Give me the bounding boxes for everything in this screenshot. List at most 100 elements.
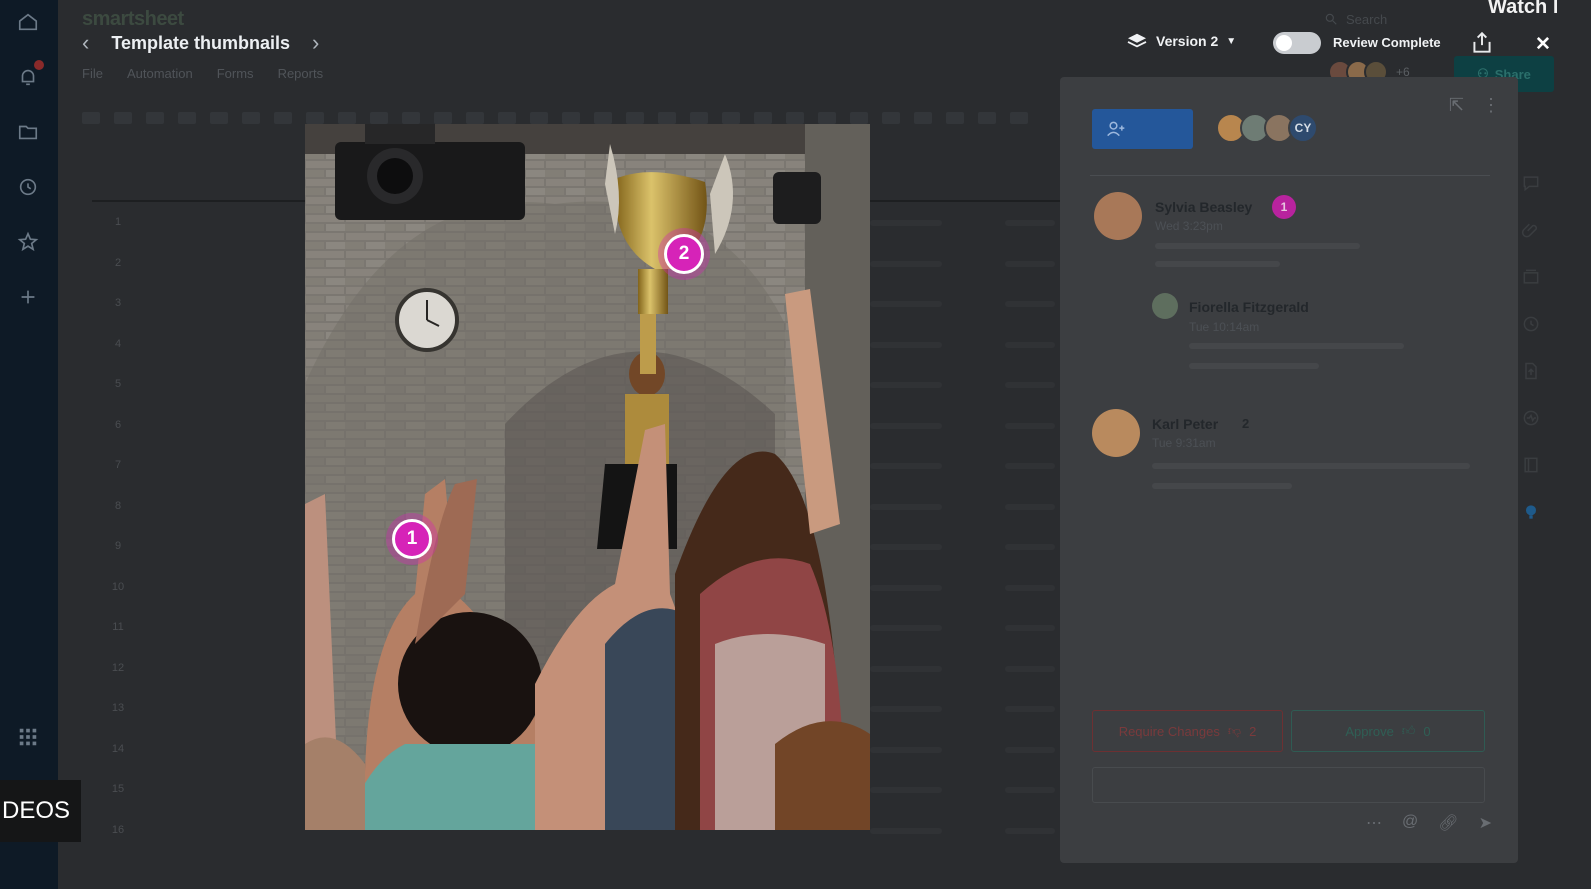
comment-author: Sylvia Beasley [1155, 199, 1253, 215]
cell-placeholder [1005, 463, 1055, 469]
cell-placeholder [1005, 341, 1055, 348]
comment-text-line [1152, 483, 1292, 489]
row-number[interactable]: 9 [106, 540, 130, 552]
proof-icon[interactable] [1518, 264, 1544, 290]
publish-icon[interactable] [1518, 358, 1544, 384]
open-external-icon[interactable]: ⇱ [1449, 95, 1464, 116]
thumbs-up-icon: 👍︎ [1401, 723, 1416, 738]
cell-placeholder [870, 584, 942, 591]
comment-text-line [1189, 363, 1319, 369]
row-number[interactable]: 1 [106, 216, 130, 228]
comment-time: Tue 9:31am [1152, 436, 1216, 450]
cell-placeholder [1005, 625, 1055, 631]
version-selector[interactable]: Version 2 ▼ [1126, 32, 1236, 50]
star-icon[interactable] [14, 228, 42, 256]
cell-placeholder [870, 341, 942, 348]
comment-input[interactable] [1092, 767, 1485, 803]
cell-placeholder [870, 706, 942, 712]
comment-input-tools: ⋯ @ 🔗︎ ➤ [1366, 813, 1492, 833]
help-icon[interactable] [1518, 499, 1544, 525]
cell-placeholder [870, 746, 942, 753]
version-label: Version 2 [1156, 33, 1219, 49]
avatar [1092, 409, 1140, 457]
forms-icon[interactable] [1518, 452, 1544, 478]
row-number[interactable]: 12 [106, 662, 130, 674]
comment-reply-count: 2 [1242, 416, 1250, 431]
cell-placeholder [870, 301, 942, 307]
annotation-marker-2[interactable]: 2 [664, 234, 704, 274]
folder-icon[interactable] [14, 118, 42, 146]
row-number[interactable]: 15 [106, 783, 130, 795]
cell-placeholder [1005, 665, 1055, 672]
search-field[interactable]: Search [1324, 8, 1514, 30]
home-icon[interactable] [14, 8, 42, 36]
plus-icon[interactable] [14, 283, 42, 311]
cell-placeholder [1005, 787, 1055, 793]
row-number[interactable]: 8 [106, 500, 130, 512]
clock-icon[interactable] [14, 173, 42, 201]
cell-placeholder [870, 827, 942, 834]
comments-panel: CY ⇱ ⋮ Sylvia Beasley Wed 3:23pm 1 Fiore… [1060, 77, 1518, 863]
attach-link-icon[interactable]: 🔗︎ [1438, 813, 1458, 833]
close-icon[interactable]: ✕ [1535, 33, 1551, 56]
send-icon[interactable]: ➤ [1479, 813, 1492, 833]
row-number[interactable]: 6 [106, 419, 130, 431]
add-reviewer-button[interactable] [1092, 109, 1193, 149]
menu-item-forms[interactable]: Forms [217, 66, 254, 81]
sheet-menu: File Automation Forms Reports [82, 66, 323, 81]
menu-item-reports[interactable]: Reports [278, 66, 324, 81]
cell-placeholder [870, 422, 942, 429]
cell-placeholder [870, 260, 942, 267]
row-number[interactable]: 14 [106, 743, 130, 755]
row-number[interactable]: 13 [106, 702, 130, 714]
row-number[interactable]: 4 [106, 338, 130, 350]
review-complete-toggle[interactable] [1273, 32, 1321, 54]
menu-item-file[interactable]: File [82, 66, 103, 81]
row-number[interactable]: 5 [106, 378, 130, 390]
cell-placeholder [1005, 220, 1055, 226]
comment-text-line [1155, 243, 1360, 249]
comment-author: Karl Peter [1152, 416, 1219, 432]
comment-marker-badge[interactable]: 1 [1272, 195, 1296, 219]
cell-placeholder [1005, 422, 1055, 429]
annotation-marker-1[interactable]: 1 [392, 519, 432, 559]
comment-icon[interactable] [1518, 170, 1544, 196]
activity-icon[interactable] [1518, 311, 1544, 337]
comment-time: Tue 10:14am [1189, 320, 1260, 334]
add-person-icon [1107, 121, 1125, 137]
row-number[interactable]: 7 [106, 459, 130, 471]
summary-icon[interactable] [1518, 405, 1544, 431]
mention-icon[interactable]: @ [1402, 813, 1418, 833]
app-window: smartsheet ‹ Template thumbnails › File … [0, 0, 1591, 889]
row-number[interactable]: 2 [106, 257, 130, 269]
apps-grid-icon[interactable] [14, 723, 42, 751]
row-number[interactable]: 3 [106, 297, 130, 309]
cell-placeholder [870, 463, 942, 469]
attachment-icon[interactable] [1518, 217, 1544, 243]
approve-button[interactable]: Approve 👍︎ 0 [1291, 710, 1485, 752]
cell-placeholder [1005, 260, 1055, 267]
menu-item-automation[interactable]: Automation [127, 66, 193, 81]
proof-image[interactable]: 1 2 [305, 124, 870, 830]
left-nav-rail [0, 0, 58, 889]
next-chevron-icon[interactable]: › [312, 30, 319, 56]
app-logo: smartsheet [82, 8, 184, 30]
reviewer-avatars[interactable]: CY [1216, 113, 1318, 143]
cell-placeholder [1005, 706, 1055, 712]
title-bar: ‹ Template thumbnails › [82, 30, 319, 56]
watch-later-overlay[interactable]: Watch l [1488, 0, 1558, 19]
require-changes-button[interactable]: Require Changes 👎︎ 2 [1092, 710, 1283, 752]
row-number[interactable]: 16 [106, 824, 130, 836]
thumbs-down-icon: 👎︎ [1227, 723, 1242, 738]
row-number[interactable]: 11 [106, 621, 130, 633]
more-vertical-icon[interactable]: ⋮ [1482, 95, 1500, 116]
require-changes-label: Require Changes [1118, 723, 1220, 739]
row-number[interactable]: 10 [106, 581, 130, 593]
videos-overlay-label[interactable]: DEOS [0, 780, 81, 842]
caret-down-icon: ▼ [1226, 35, 1237, 47]
require-changes-count: 2 [1249, 723, 1257, 739]
more-horizontal-icon[interactable]: ⋯ [1366, 813, 1382, 833]
previous-chevron-icon[interactable]: ‹ [82, 30, 89, 56]
celebration-photo [305, 124, 870, 830]
export-icon[interactable] [1469, 30, 1495, 56]
